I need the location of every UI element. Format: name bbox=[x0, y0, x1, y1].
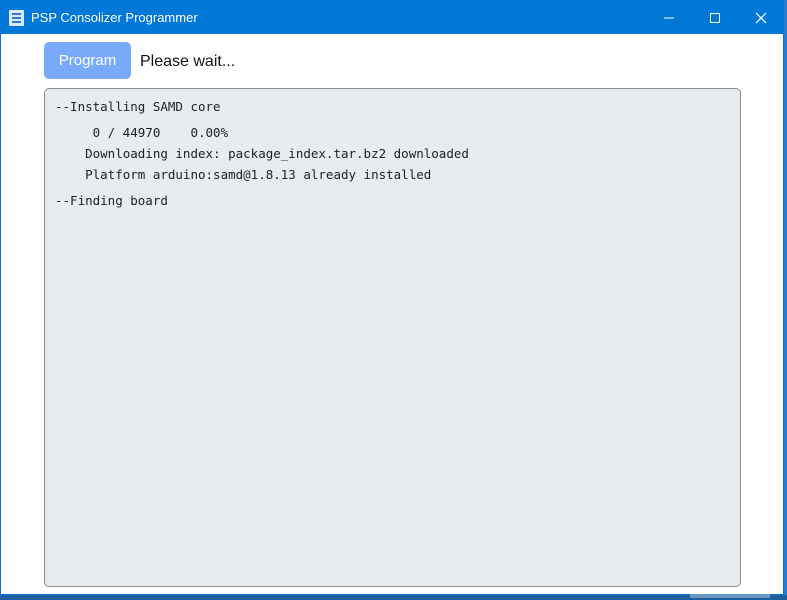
programmer-window: PSP Consolizer Programmer Program Please… bbox=[0, 0, 784, 595]
console-line-installing-samd-core: --Installing SAMD core bbox=[55, 99, 221, 114]
console-line-finding-board: --Finding board bbox=[55, 193, 168, 208]
taskbar-strip bbox=[0, 595, 787, 600]
close-icon bbox=[755, 12, 767, 24]
title-bar[interactable]: PSP Consolizer Programmer bbox=[1, 1, 783, 34]
close-button[interactable] bbox=[738, 1, 784, 34]
maximize-icon bbox=[710, 13, 720, 23]
maximize-button[interactable] bbox=[692, 1, 738, 34]
console-line-download-progress: 0 / 44970 0.00% bbox=[55, 125, 229, 140]
console-output[interactable]: --Installing SAMD core 0 / 44970 0.00% D… bbox=[44, 88, 741, 587]
window-title: PSP Consolizer Programmer bbox=[31, 10, 198, 25]
console-line-platform-installed: Platform arduino:samd@1.8.13 already ins… bbox=[55, 167, 432, 182]
program-button[interactable]: Program bbox=[44, 42, 131, 79]
taskbar-label-fragment bbox=[690, 594, 770, 598]
minimize-icon bbox=[664, 17, 674, 19]
status-text: Please wait... bbox=[140, 53, 236, 70]
console-line-index-downloaded: Downloading index: package_index.tar.bz2… bbox=[55, 146, 469, 161]
minimize-button[interactable] bbox=[646, 1, 692, 34]
programmer-app-icon bbox=[9, 10, 24, 26]
